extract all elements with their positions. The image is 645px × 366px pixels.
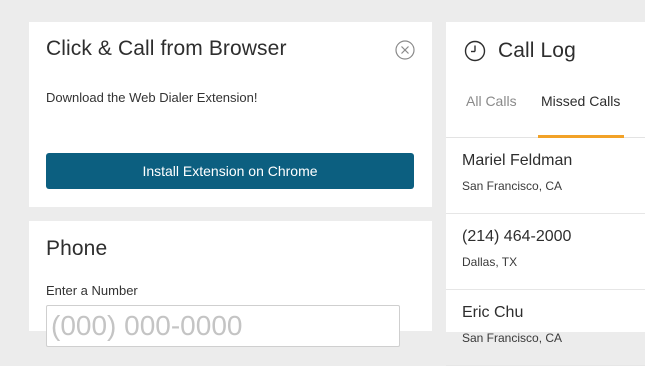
install-extension-button[interactable]: Install Extension on Chrome: [46, 153, 414, 189]
call-log-title: Call Log: [498, 39, 576, 62]
phone-number-input[interactable]: [46, 305, 400, 347]
caller-location: Dallas, TX: [462, 255, 518, 269]
clock-icon: [464, 40, 486, 62]
caller-location: San Francisco, CA: [462, 331, 563, 345]
click-and-call-title: Click & Call from Browser: [46, 37, 287, 60]
phone-title: Phone: [46, 237, 108, 260]
phone-card: Phone Enter a Number: [29, 221, 432, 347]
extension-description: Download the Web Dialer Extension!: [46, 90, 258, 105]
tab-all-calls[interactable]: All Calls: [466, 91, 517, 137]
caller-name: Mariel Feldman: [462, 152, 573, 169]
call-log-header: Call Log: [464, 37, 576, 65]
caller-location: San Francisco, CA: [462, 179, 563, 193]
close-icon[interactable]: [395, 40, 415, 60]
caller-name: (214) 464-2000: [462, 228, 572, 245]
tab-missed-calls[interactable]: Missed Calls: [541, 91, 626, 137]
call-log-entry[interactable]: (214) 464-2000 Dallas, TX: [446, 214, 645, 290]
call-log-entry[interactable]: Eric Chu San Francisco, CA: [446, 290, 645, 366]
caller-name: Eric Chu: [462, 304, 524, 321]
call-log-entry[interactable]: Mariel Feldman San Francisco, CA: [446, 138, 645, 214]
call-log-list: Mariel Feldman San Francisco, CA (214) 4…: [446, 138, 645, 366]
call-log-card: Call Log All Calls Missed Calls Mariel F…: [446, 22, 645, 366]
call-log-tabs: All Calls Missed Calls: [446, 91, 645, 138]
click-and-call-card: Click & Call from Browser Download the W…: [29, 22, 432, 207]
enter-number-label: Enter a Number: [46, 283, 138, 298]
